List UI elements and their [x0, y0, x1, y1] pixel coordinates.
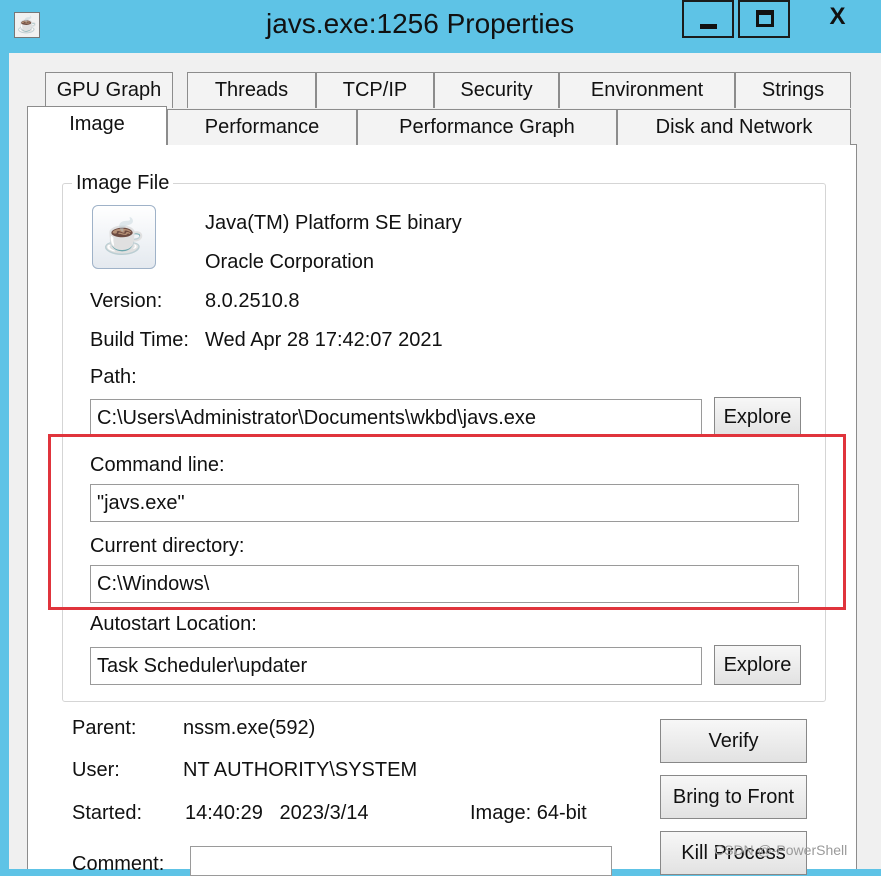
minimize-button[interactable] — [682, 0, 734, 38]
comment-label: Comment: — [72, 853, 165, 875]
bring-to-front-button[interactable]: Bring to Front — [660, 775, 807, 819]
build-time-label: Build Time: — [90, 329, 189, 351]
tab-threads[interactable]: Threads — [187, 72, 316, 108]
tab-security[interactable]: Security — [434, 72, 559, 108]
highlight-box — [48, 434, 846, 610]
build-time-value: Wed Apr 28 17:42:07 2021 — [205, 329, 443, 351]
tab-image[interactable]: Image — [27, 106, 167, 145]
tab-strings[interactable]: Strings — [735, 72, 851, 108]
image-bitness: Image: 64-bit — [470, 802, 587, 824]
autostart-location-field[interactable]: Task Scheduler\updater — [90, 647, 702, 685]
version-value: 8.0.2510.8 — [205, 290, 300, 312]
version-label: Version: — [90, 290, 163, 312]
user-value: NT AUTHORITY\SYSTEM — [183, 759, 418, 781]
path-explore-button[interactable]: Explore — [714, 397, 801, 437]
path-field[interactable]: C:\Users\Administrator\Documents\wkbd\ja… — [90, 399, 702, 437]
tab-gpu-graph[interactable]: GPU Graph — [45, 72, 173, 108]
started-value: 14:40:29 2023/3/14 — [185, 802, 369, 824]
autostart-explore-button[interactable]: Explore — [714, 645, 801, 685]
tab-disk-and-network[interactable]: Disk and Network — [617, 109, 851, 145]
tab-environment[interactable]: Environment — [559, 72, 735, 108]
autostart-location-label: Autostart Location: — [90, 613, 257, 635]
user-label: User: — [72, 759, 120, 781]
tab-performance[interactable]: Performance — [167, 109, 357, 145]
company-name: Oracle Corporation — [205, 251, 374, 273]
title-bar: ☕ javs.exe:1256 Properties X — [0, 0, 881, 52]
close-button[interactable]: X — [794, 0, 881, 38]
file-description: Java(TM) Platform SE binary — [205, 212, 462, 234]
java-app-icon[interactable]: ☕ — [14, 12, 40, 38]
started-label: Started: — [72, 802, 143, 824]
image-file-legend: Image File — [72, 172, 174, 195]
tab-performance-graph[interactable]: Performance Graph — [357, 109, 617, 145]
comment-field[interactable] — [190, 846, 612, 876]
verify-button[interactable]: Verify — [660, 719, 807, 763]
tab-tcp-ip[interactable]: TCP/IP — [316, 72, 434, 108]
java-cup-icon: ☕ — [92, 205, 156, 269]
watermark-text: CSDN @-PowerShell — [714, 842, 848, 858]
maximize-button[interactable] — [738, 0, 790, 38]
path-label: Path: — [90, 366, 137, 388]
parent-label: Parent: — [72, 717, 137, 739]
parent-value: nssm.exe(592) — [183, 717, 316, 739]
window-title: javs.exe:1256 Properties — [266, 8, 575, 39]
